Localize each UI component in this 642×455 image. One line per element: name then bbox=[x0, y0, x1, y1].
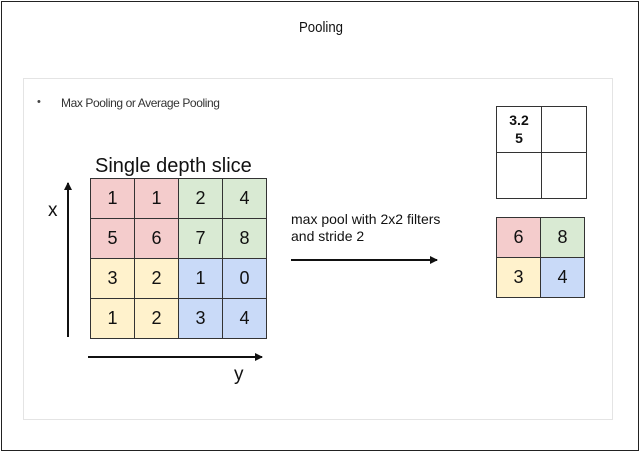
arrows-layer bbox=[64, 182, 438, 361]
